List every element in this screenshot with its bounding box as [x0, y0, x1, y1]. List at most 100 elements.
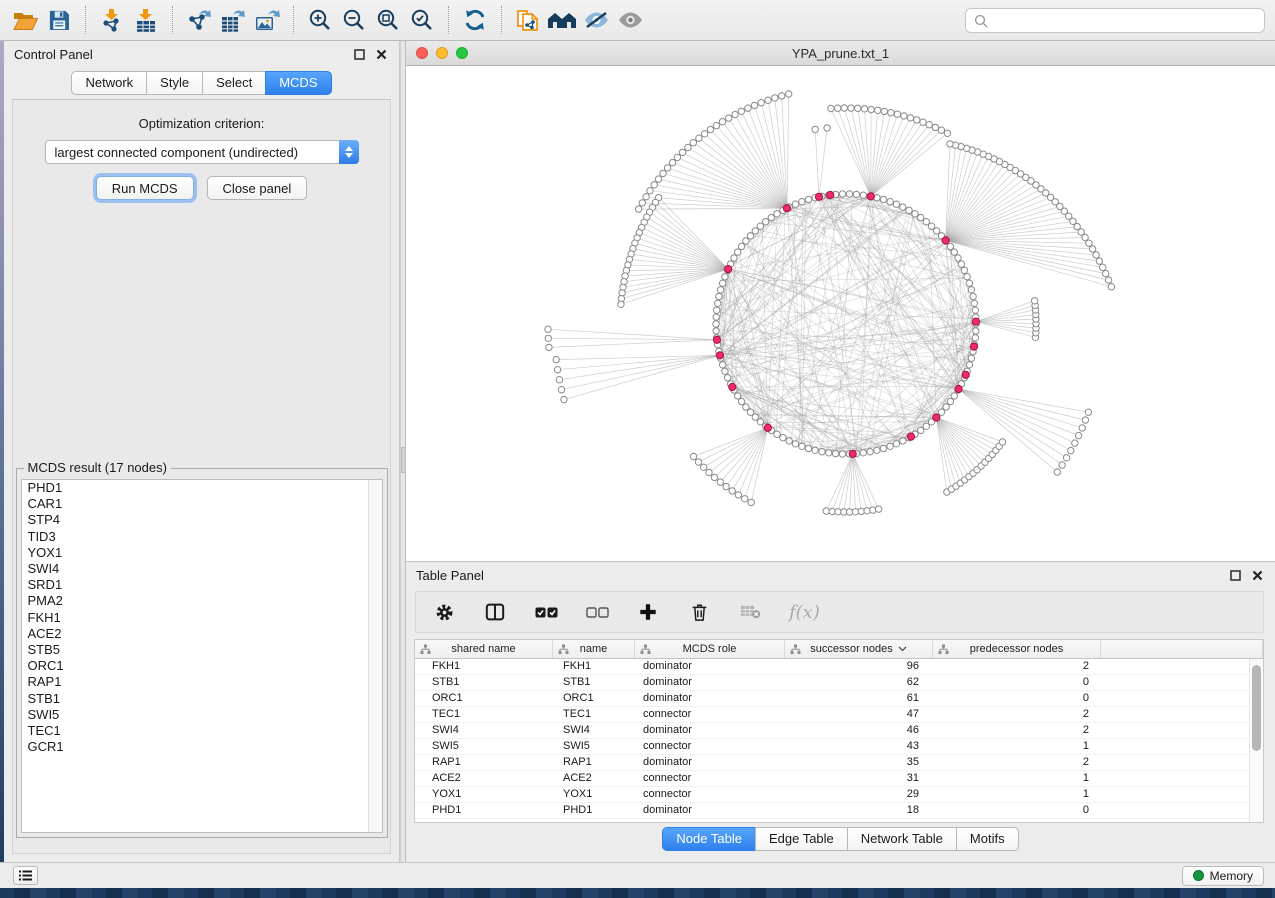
table-row[interactable]: ORC1ORC1dominator610: [415, 691, 1263, 707]
mcds-result-item[interactable]: SWI4: [22, 561, 382, 577]
zoom-selected-button[interactable]: [405, 4, 439, 36]
table-scrollbar[interactable]: [1249, 659, 1263, 822]
criterion-dropdown[interactable]: largest connected component (undirected): [45, 140, 359, 164]
mcds-result-item[interactable]: STP4: [22, 512, 382, 528]
export-table-button[interactable]: [216, 4, 250, 36]
mcds-result-item[interactable]: GCR1: [22, 739, 382, 755]
search-input[interactable]: [994, 13, 1256, 28]
float-panel-button[interactable]: [351, 47, 367, 63]
select-all-button[interactable]: [534, 600, 558, 624]
tab-style[interactable]: Style: [146, 71, 203, 95]
zoom-fit-icon: [376, 8, 400, 32]
mcds-result-item[interactable]: RAP1: [22, 674, 382, 690]
mcds-result-item[interactable]: YOX1: [22, 545, 382, 561]
desktop-edge-bottom: [0, 888, 1275, 898]
deselect-all-button[interactable]: [585, 600, 609, 624]
zoom-in-icon: [308, 8, 332, 32]
export-image-icon: [255, 9, 280, 32]
zoom-in-button[interactable]: [303, 4, 337, 36]
task-history-button[interactable]: [13, 866, 38, 885]
table-row[interactable]: RAP1RAP1dominator352: [415, 755, 1263, 771]
trash-icon: [691, 603, 708, 622]
table-settings-button[interactable]: [432, 600, 456, 624]
add-column-button[interactable]: [636, 600, 660, 624]
table-row[interactable]: STB1STB1dominator620: [415, 675, 1263, 691]
function-builder-button[interactable]: f(x): [789, 602, 820, 623]
mcds-result-item[interactable]: CAR1: [22, 496, 382, 512]
float-table-panel-button[interactable]: [1227, 568, 1243, 584]
mcds-result-item[interactable]: STB1: [22, 691, 382, 707]
table-row[interactable]: YOX1YOX1connector291: [415, 787, 1263, 803]
close-table-panel-button[interactable]: [1249, 568, 1265, 584]
tab-network[interactable]: Network: [71, 71, 147, 95]
table-tab-motifs[interactable]: Motifs: [956, 827, 1019, 851]
delete-column-button[interactable]: [687, 600, 711, 624]
mcds-list-scrollbar[interactable]: [368, 480, 382, 832]
close-icon: [1252, 570, 1263, 581]
mcds-result-item[interactable]: PHD1: [22, 480, 382, 496]
table-cell: FKH1: [553, 659, 635, 674]
table-row[interactable]: SWI5SWI5connector431: [415, 739, 1263, 755]
column-header-name[interactable]: name: [553, 640, 635, 658]
first-neighbors-button[interactable]: [545, 4, 579, 36]
show-columns-button[interactable]: [483, 600, 507, 624]
search-icon: [974, 14, 988, 28]
tab-mcds[interactable]: MCDS: [265, 71, 331, 95]
table-cell: FKH1: [415, 659, 553, 674]
hide-selected-button[interactable]: [579, 4, 613, 36]
mcds-result-item[interactable]: FKH1: [22, 610, 382, 626]
mcds-result-item[interactable]: ORC1: [22, 658, 382, 674]
mcds-result-item[interactable]: STB5: [22, 642, 382, 658]
close-mcds-panel-button[interactable]: Close panel: [207, 176, 308, 200]
import-table-button[interactable]: [129, 4, 163, 36]
table-cell: 2: [933, 707, 1101, 722]
table-row[interactable]: TEC1TEC1connector472: [415, 707, 1263, 723]
export-image-button[interactable]: [250, 4, 284, 36]
show-all-button[interactable]: [613, 4, 647, 36]
column-header-shared-name[interactable]: shared name: [415, 640, 553, 658]
refresh-view-button[interactable]: [458, 4, 492, 36]
import-table-icon: [135, 9, 158, 32]
tab-select[interactable]: Select: [202, 71, 266, 95]
run-mcds-button[interactable]: Run MCDS: [96, 176, 194, 200]
table-tab-network-table[interactable]: Network Table: [847, 827, 957, 851]
table-row[interactable]: FKH1FKH1dominator962: [415, 659, 1263, 675]
memory-label: Memory: [1210, 869, 1253, 883]
table-scrollbar-thumb[interactable]: [1252, 665, 1261, 751]
zoom-selected-icon: [410, 8, 434, 32]
export-network-button[interactable]: [182, 4, 216, 36]
table-row[interactable]: PHD1PHD1dominator180: [415, 803, 1263, 819]
column-header-predecessor-nodes[interactable]: predecessor nodes: [933, 640, 1101, 658]
table-row[interactable]: SWI4SWI4dominator462: [415, 723, 1263, 739]
table-tab-edge-table[interactable]: Edge Table: [755, 827, 848, 851]
import-network-button[interactable]: [95, 4, 129, 36]
mcds-result-item[interactable]: SRD1: [22, 577, 382, 593]
zoom-fit-button[interactable]: [371, 4, 405, 36]
table-cell: TEC1: [553, 707, 635, 722]
mcds-result-list[interactable]: PHD1CAR1STP4TID3YOX1SWI4SRD1PMA2FKH1ACE2…: [21, 479, 383, 833]
network-canvas[interactable]: [406, 66, 1275, 560]
mcds-result-item[interactable]: TID3: [22, 529, 382, 545]
control-panel-tabs: NetworkStyleSelectMCDS: [71, 71, 331, 95]
mcds-result-item[interactable]: SWI5: [22, 707, 382, 723]
network-view[interactable]: [406, 66, 1275, 560]
open-file-button[interactable]: [8, 4, 42, 36]
table-cell: ORC1: [415, 691, 553, 706]
table-cell: 62: [785, 675, 933, 690]
table-tab-node-table[interactable]: Node Table: [662, 827, 756, 851]
close-panel-button[interactable]: [373, 47, 389, 63]
save-session-button[interactable]: [42, 4, 76, 36]
mcds-result-item[interactable]: PMA2: [22, 593, 382, 609]
column-header-mcds-role[interactable]: MCDS role: [635, 640, 785, 658]
table-row[interactable]: ACE2ACE2connector311: [415, 771, 1263, 787]
gear-icon: [435, 603, 454, 622]
mcds-result-item[interactable]: TEC1: [22, 723, 382, 739]
clone-network-button[interactable]: [511, 4, 545, 36]
table-cell: dominator: [635, 755, 785, 770]
mcds-result-item[interactable]: ACE2: [22, 626, 382, 642]
zoom-out-button[interactable]: [337, 4, 371, 36]
delete-table-button[interactable]: [738, 600, 762, 624]
column-header-successor-nodes[interactable]: successor nodes: [785, 640, 933, 658]
memory-button[interactable]: Memory: [1182, 866, 1264, 886]
toolbar-separator: [85, 6, 86, 34]
